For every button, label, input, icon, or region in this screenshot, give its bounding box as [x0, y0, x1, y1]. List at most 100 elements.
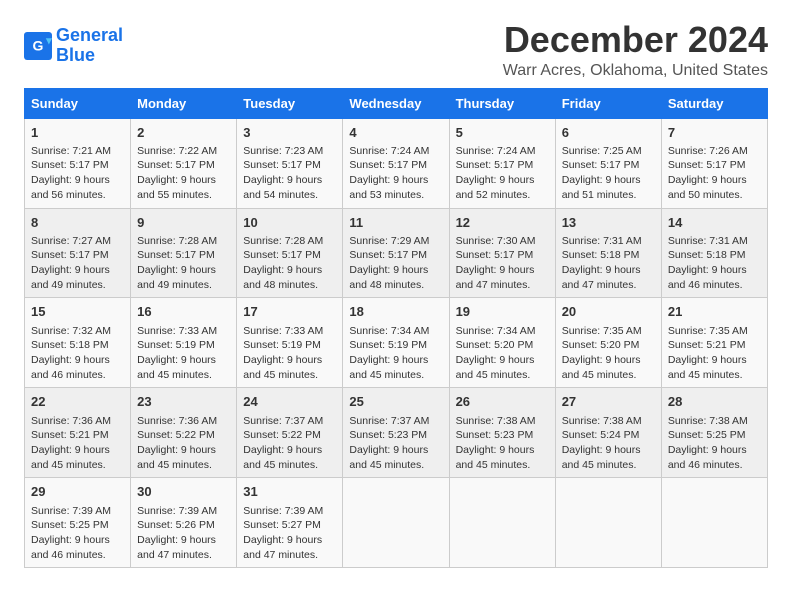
calendar-cell: 3 Sunrise: 7:23 AM Sunset: 5:17 PM Daylig…: [237, 118, 343, 208]
calendar-cell: 28 Sunrise: 7:38 AM Sunset: 5:25 PM Dayli…: [661, 388, 767, 478]
calendar-cell: 14 Sunrise: 7:31 AM Sunset: 5:18 PM Dayli…: [661, 208, 767, 298]
weekday-monday: Monday: [131, 88, 237, 118]
day-info: Sunrise: 7:37 AM Sunset: 5:22 PM Dayligh…: [243, 414, 336, 473]
weekday-friday: Friday: [555, 88, 661, 118]
calendar-cell: 27 Sunrise: 7:38 AM Sunset: 5:24 PM Dayli…: [555, 388, 661, 478]
day-info: Sunrise: 7:25 AM Sunset: 5:17 PM Dayligh…: [562, 144, 655, 203]
calendar-cell: 26Sunrise: 7:38 AM Sunset: 5:23 PM Dayli…: [449, 388, 555, 478]
calendar-week-5: 29 Sunrise: 7:39 AM Sunset: 5:25 PM Dayli…: [25, 478, 768, 568]
calendar-cell: 7 Sunrise: 7:26 AM Sunset: 5:17 PM Daylig…: [661, 118, 767, 208]
calendar-week-4: 22 Sunrise: 7:36 AM Sunset: 5:21 PM Dayli…: [25, 388, 768, 478]
day-number: 9: [137, 214, 230, 232]
day-number: 17: [243, 303, 336, 321]
calendar-cell: 29 Sunrise: 7:39 AM Sunset: 5:25 PM Dayli…: [25, 478, 131, 568]
day-number: 16: [137, 303, 230, 321]
day-info: Sunrise: 7:36 AM Sunset: 5:21 PM Dayligh…: [31, 414, 124, 473]
day-number: 10: [243, 214, 336, 232]
calendar-week-2: 8 Sunrise: 7:27 AM Sunset: 5:17 PM Daylig…: [25, 208, 768, 298]
day-number: 20: [562, 303, 655, 321]
day-number: 28: [668, 393, 761, 411]
day-number: 31: [243, 483, 336, 501]
calendar-cell: 11 Sunrise: 7:29 AM Sunset: 5:17 PM Dayli…: [343, 208, 449, 298]
calendar-cell: [343, 478, 449, 568]
calendar-cell: [555, 478, 661, 568]
page-header: G General Blue December 2024 Warr Acres,…: [24, 20, 768, 80]
day-info: Sunrise: 7:34 AM Sunset: 5:20 PM Dayligh…: [456, 324, 549, 383]
title-block: December 2024 Warr Acres, Oklahoma, Unit…: [503, 20, 768, 80]
calendar-cell: 2 Sunrise: 7:22 AM Sunset: 5:17 PM Daylig…: [131, 118, 237, 208]
day-number: 23: [137, 393, 230, 411]
day-info: Sunrise: 7:31 AM Sunset: 5:18 PM Dayligh…: [668, 234, 761, 293]
day-number: 11: [349, 214, 442, 232]
day-number: 24: [243, 393, 336, 411]
calendar-cell: 9 Sunrise: 7:28 AM Sunset: 5:17 PM Daylig…: [131, 208, 237, 298]
day-number: 5: [456, 124, 549, 142]
calendar-cell: 31 Sunrise: 7:39 AM Sunset: 5:27 PM Dayli…: [237, 478, 343, 568]
day-info: Sunrise: 7:38 AM Sunset: 5:24 PM Dayligh…: [562, 414, 655, 473]
day-number: 1: [31, 124, 124, 142]
day-info: Sunrise: 7:24 AM Sunset: 5:17 PM Dayligh…: [349, 144, 442, 203]
day-info: Sunrise: 7:36 AM Sunset: 5:22 PM Dayligh…: [137, 414, 230, 473]
calendar-body: 1 Sunrise: 7:21 AM Sunset: 5:17 PM Daylig…: [25, 118, 768, 568]
calendar-cell: 1 Sunrise: 7:21 AM Sunset: 5:17 PM Daylig…: [25, 118, 131, 208]
day-number: 7: [668, 124, 761, 142]
day-number: 27: [562, 393, 655, 411]
day-number: 22: [31, 393, 124, 411]
calendar-cell: 18Sunrise: 7:34 AM Sunset: 5:19 PM Dayli…: [343, 298, 449, 388]
page-title: December 2024: [503, 20, 768, 60]
day-info: Sunrise: 7:23 AM Sunset: 5:17 PM Dayligh…: [243, 144, 336, 203]
weekday-wednesday: Wednesday: [343, 88, 449, 118]
day-info: Sunrise: 7:27 AM Sunset: 5:17 PM Dayligh…: [31, 234, 124, 293]
calendar-cell: 13 Sunrise: 7:31 AM Sunset: 5:18 PM Dayli…: [555, 208, 661, 298]
calendar-cell: 25Sunrise: 7:37 AM Sunset: 5:23 PM Dayli…: [343, 388, 449, 478]
day-info: Sunrise: 7:30 AM Sunset: 5:17 PM Dayligh…: [456, 234, 549, 293]
day-number: 15: [31, 303, 124, 321]
day-number: 2: [137, 124, 230, 142]
day-number: 12: [456, 214, 549, 232]
day-number: 14: [668, 214, 761, 232]
day-info: Sunrise: 7:38 AM Sunset: 5:25 PM Dayligh…: [668, 414, 761, 473]
calendar-cell: [661, 478, 767, 568]
day-info: Sunrise: 7:39 AM Sunset: 5:27 PM Dayligh…: [243, 504, 336, 563]
day-number: 26: [456, 393, 549, 411]
calendar-cell: 4 Sunrise: 7:24 AM Sunset: 5:17 PM Daylig…: [343, 118, 449, 208]
calendar-cell: 24 Sunrise: 7:37 AM Sunset: 5:22 PM Dayli…: [237, 388, 343, 478]
weekday-sunday: Sunday: [25, 88, 131, 118]
day-info: Sunrise: 7:35 AM Sunset: 5:21 PM Dayligh…: [668, 324, 761, 383]
calendar-cell: 10Sunrise: 7:28 AM Sunset: 5:17 PM Dayli…: [237, 208, 343, 298]
day-info: Sunrise: 7:22 AM Sunset: 5:17 PM Dayligh…: [137, 144, 230, 203]
day-info: Sunrise: 7:32 AM Sunset: 5:18 PM Dayligh…: [31, 324, 124, 383]
calendar-cell: 15 Sunrise: 7:32 AM Sunset: 5:18 PM Dayli…: [25, 298, 131, 388]
day-number: 19: [456, 303, 549, 321]
day-info: Sunrise: 7:39 AM Sunset: 5:25 PM Dayligh…: [31, 504, 124, 563]
logo: G General Blue: [24, 26, 123, 66]
calendar-cell: 16 Sunrise: 7:33 AM Sunset: 5:19 PM Dayli…: [131, 298, 237, 388]
calendar-cell: 12 Sunrise: 7:30 AM Sunset: 5:17 PM Dayli…: [449, 208, 555, 298]
day-info: Sunrise: 7:39 AM Sunset: 5:26 PM Dayligh…: [137, 504, 230, 563]
calendar-cell: 20Sunrise: 7:35 AM Sunset: 5:20 PM Dayli…: [555, 298, 661, 388]
day-number: 30: [137, 483, 230, 501]
calendar-cell: 6Sunrise: 7:25 AM Sunset: 5:17 PM Daylig…: [555, 118, 661, 208]
day-number: 29: [31, 483, 124, 501]
calendar-cell: [449, 478, 555, 568]
weekday-saturday: Saturday: [661, 88, 767, 118]
calendar-table: SundayMondayTuesdayWednesdayThursdayFrid…: [24, 88, 768, 569]
day-info: Sunrise: 7:26 AM Sunset: 5:17 PM Dayligh…: [668, 144, 761, 203]
calendar-cell: 17Sunrise: 7:33 AM Sunset: 5:19 PM Dayli…: [237, 298, 343, 388]
day-info: Sunrise: 7:28 AM Sunset: 5:17 PM Dayligh…: [137, 234, 230, 293]
day-info: Sunrise: 7:33 AM Sunset: 5:19 PM Dayligh…: [137, 324, 230, 383]
day-number: 4: [349, 124, 442, 142]
weekday-tuesday: Tuesday: [237, 88, 343, 118]
day-number: 13: [562, 214, 655, 232]
day-number: 8: [31, 214, 124, 232]
day-info: Sunrise: 7:31 AM Sunset: 5:18 PM Dayligh…: [562, 234, 655, 293]
calendar-cell: 8 Sunrise: 7:27 AM Sunset: 5:17 PM Daylig…: [25, 208, 131, 298]
day-info: Sunrise: 7:29 AM Sunset: 5:17 PM Dayligh…: [349, 234, 442, 293]
day-number: 3: [243, 124, 336, 142]
svg-text:G: G: [33, 37, 44, 53]
weekday-header-row: SundayMondayTuesdayWednesdayThursdayFrid…: [25, 88, 768, 118]
day-number: 21: [668, 303, 761, 321]
day-info: Sunrise: 7:21 AM Sunset: 5:17 PM Dayligh…: [31, 144, 124, 203]
calendar-week-3: 15 Sunrise: 7:32 AM Sunset: 5:18 PM Dayli…: [25, 298, 768, 388]
weekday-thursday: Thursday: [449, 88, 555, 118]
